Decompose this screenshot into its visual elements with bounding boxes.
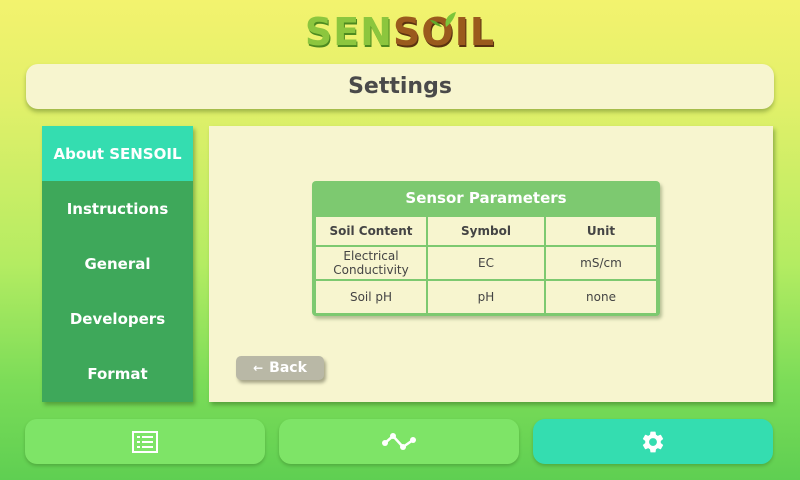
table-row: Soil pH pH none — [316, 281, 656, 313]
sensor-parameters-table: Sensor Parameters Soil Content Symbol Un… — [312, 181, 660, 316]
settings-sidebar: About SENSOIL Instructions General Devel… — [42, 126, 193, 402]
sidebar-item-label: Format — [87, 365, 148, 384]
sidebar-item-format[interactable]: Format — [42, 347, 193, 402]
app-logo: SEN SOIL — [0, 6, 800, 58]
arrow-left-icon: ← — [253, 361, 264, 375]
sidebar-item-label: Instructions — [66, 199, 169, 218]
parameters-table: Soil Content Symbol Unit Electrical Cond… — [314, 215, 658, 315]
nav-settings-button[interactable] — [533, 419, 773, 464]
sidebar-item-label: Developers — [69, 310, 166, 329]
table-cell: pH — [428, 281, 544, 313]
sidebar-item-general[interactable]: General — [42, 236, 193, 291]
column-header: Unit — [546, 217, 656, 245]
back-button[interactable]: ← Back — [236, 356, 324, 380]
sidebar-item-developers[interactable]: Developers — [42, 292, 193, 347]
table-cell: Electrical Conductivity — [316, 247, 426, 279]
gear-icon — [642, 431, 664, 452]
table-cell: Soil pH — [316, 281, 426, 313]
table-cell: none — [546, 281, 656, 313]
content-panel: Sensor Parameters Soil Content Symbol Un… — [209, 126, 773, 402]
page-title: Settings — [348, 74, 452, 99]
sidebar-item-instructions[interactable]: Instructions — [42, 181, 193, 236]
table-title: Sensor Parameters — [405, 189, 567, 207]
leaf-icon — [430, 12, 456, 27]
back-button-label: Back — [269, 360, 307, 376]
list-icon — [132, 430, 158, 453]
table-cell: mS/cm — [546, 247, 656, 279]
table-row: Electrical Conductivity EC mS/cm — [316, 247, 656, 279]
logo-text-sen: SEN — [304, 10, 394, 54]
column-header: Symbol — [428, 217, 544, 245]
sidebar-item-about[interactable]: About SENSOIL — [42, 126, 193, 182]
nav-data-button[interactable] — [25, 419, 265, 464]
page-header: Settings — [26, 64, 774, 109]
sidebar-item-label: About SENSOIL — [53, 144, 182, 163]
graph-icon — [382, 432, 416, 450]
sidebar-item-label: General — [84, 254, 151, 273]
table-header-row: Soil Content Symbol Unit — [316, 217, 656, 245]
column-header: Soil Content — [316, 217, 426, 245]
table-cell: EC — [428, 247, 544, 279]
nav-graph-button[interactable] — [279, 419, 519, 464]
